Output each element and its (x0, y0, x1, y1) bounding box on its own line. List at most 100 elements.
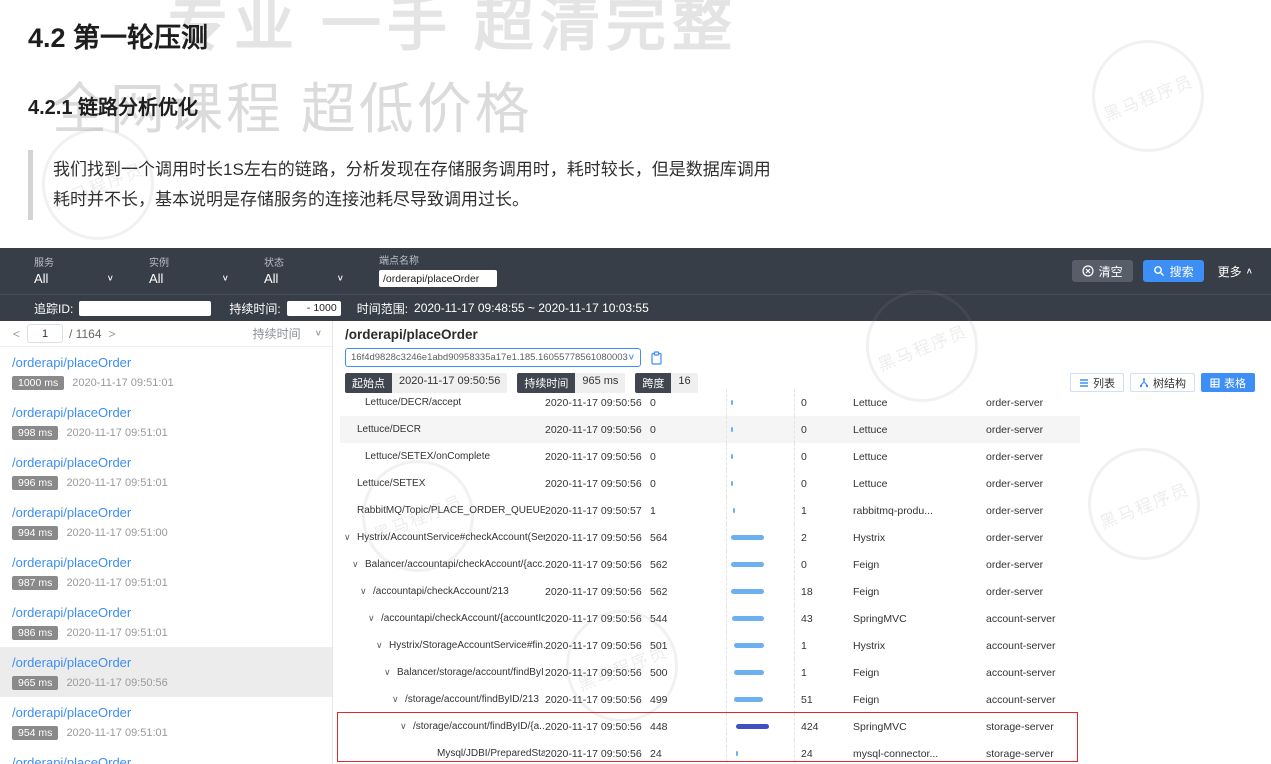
prev-page-button[interactable]: < (10, 327, 23, 341)
span-row[interactable]: ∨ /accountapi/checkAccount/{accountId} 2… (340, 605, 1080, 632)
instance-value: All (149, 270, 164, 286)
endpoint-name-input[interactable] (379, 270, 497, 288)
span-duration: 500 (650, 666, 668, 679)
span-duration-bar (734, 670, 764, 675)
trace-time: 2020-11-17 09:51:01 (66, 627, 168, 639)
expand-arrow-icon[interactable]: ∨ (376, 640, 389, 651)
span-row[interactable]: ∨ Mysql/JDBI/PreparedStatement... 2020-1… (340, 740, 1080, 764)
span-row[interactable]: ∨ /storage/account/findByID/{a... 2020-1… (340, 713, 1080, 740)
trace-link[interactable]: /orderapi/placeOrder (12, 605, 320, 620)
span-name-cell: ∨ /storage/account/findByID/{a... (340, 721, 545, 732)
span-component: Lettuce (853, 423, 888, 436)
expand-arrow-icon[interactable]: ∨ (360, 586, 373, 597)
pagination: < / 1164 > 持续时间 ∨ (0, 321, 332, 347)
clear-button[interactable]: 清空 (1071, 260, 1133, 282)
search-icon (1153, 266, 1164, 277)
span-row[interactable]: ∨ Lettuce/DECR 2020-11-17 09:50:56 0 0 L… (340, 416, 1080, 443)
tracing-ui-screenshot: 服务 All ∨ 实例 All ∨ 状态 All ∨ 端点名称 /orderap… (0, 248, 1271, 764)
span-row[interactable]: ∨ RabbitMQ/Topic/PLACE_ORDER_QUEUE_EXC..… (340, 497, 1080, 524)
span-row[interactable]: ∨ Balancer/accountapi/checkAccount/{acc.… (340, 551, 1080, 578)
span-name: Lettuce/DECR/accept (365, 397, 462, 408)
trace-list-item[interactable]: /orderapi/placeOrder 998 ms 2020-11-17 0… (0, 397, 332, 447)
span-bar-cell (726, 524, 795, 551)
expand-arrow-icon[interactable]: ∨ (344, 532, 357, 543)
span-self-duration: 424 (801, 720, 819, 733)
service-select[interactable]: All ∨ (34, 271, 114, 286)
trace-duration-badge: 965 ms (12, 676, 59, 690)
expand-arrow-icon[interactable]: ∨ (352, 559, 365, 570)
trace-link[interactable]: /orderapi/placeOrder (12, 505, 320, 520)
trace-id-input[interactable] (79, 300, 212, 316)
span-row[interactable]: ∨ Lettuce/DECR/accept 2020-11-17 09:50:5… (340, 389, 1080, 416)
expand-arrow-icon[interactable]: ∨ (392, 694, 405, 705)
span-row[interactable]: ∨ Balancer/storage/account/findByI... 20… (340, 659, 1080, 686)
span-self-duration: 24 (801, 747, 813, 760)
expand-arrow-icon[interactable]: ∨ (400, 721, 413, 732)
trace-segment-select[interactable]: 16f4d9828c3246e1abd90958335a17e1.185.160… (345, 348, 641, 367)
span-service: order-server (986, 450, 1044, 463)
more-button[interactable]: 更多 ∧ (1214, 260, 1257, 282)
span-self-duration: 0 (801, 396, 807, 409)
view-table-button[interactable]: 表格 (1201, 373, 1255, 392)
span-row[interactable]: ∨ /storage/account/findByID/213 2020-11-… (340, 686, 1080, 713)
trace-list-item[interactable]: /orderapi/placeOrder 954 ms 2020-11-17 0… (0, 697, 332, 747)
span-name: Balancer/accountapi/checkAccount/{acc... (365, 559, 545, 570)
watermark-stamp: 黑马程序员 (1075, 23, 1221, 169)
search-label: 搜索 (1169, 264, 1194, 279)
trace-list-item[interactable]: /orderapi/placeOrder 994 ms 2020-11-17 0… (0, 497, 332, 547)
copy-trace-id-button[interactable] (650, 350, 663, 365)
expand-arrow-icon[interactable]: ∨ (368, 613, 381, 624)
span-service: account-server (986, 666, 1056, 679)
trace-link[interactable]: /orderapi/placeOrder (12, 455, 320, 470)
trace-link[interactable]: /orderapi/placeOrder (12, 655, 320, 670)
span-duration: 1 (650, 504, 656, 517)
span-bar-cell (726, 578, 795, 605)
trace-link[interactable]: /orderapi/placeOrder (12, 405, 320, 420)
trace-meta: 986 ms 2020-11-17 09:51:01 (12, 626, 320, 640)
trace-link[interactable]: /orderapi/placeOrder (12, 705, 320, 720)
state-select[interactable]: All ∨ (264, 271, 344, 286)
trace-list-item[interactable]: /orderapi/placeOrder 1000 ms 2020-11-17 … (0, 347, 332, 397)
span-duration: 0 (650, 423, 656, 436)
span-service: order-server (986, 396, 1044, 409)
trace-link[interactable]: /orderapi/placeOrder (12, 355, 320, 370)
view-tree-button[interactable]: 树结构 (1130, 373, 1195, 392)
span-self-duration: 1 (801, 666, 807, 679)
span-service: order-server (986, 504, 1044, 517)
span-name-cell: ∨ Balancer/storage/account/findByI... (340, 667, 545, 678)
span-name: /accountapi/checkAccount/{accountId} (381, 613, 545, 624)
span-bar-cell (726, 632, 795, 659)
span-row[interactable]: ∨ Lettuce/SETEX 2020-11-17 09:50:56 0 0 … (340, 470, 1080, 497)
span-row[interactable]: ∨ Lettuce/SETEX/onComplete 2020-11-17 09… (340, 443, 1080, 470)
span-self-duration: 1 (801, 504, 807, 517)
trace-link[interactable]: /orderapi/placeOrder (12, 755, 320, 764)
page-number-input[interactable] (27, 324, 64, 343)
trace-link[interactable]: /orderapi/placeOrder (12, 555, 320, 570)
chevron-down-icon: ∨ (106, 273, 114, 283)
duration-range-input[interactable] (286, 300, 341, 316)
trace-list-item[interactable]: /orderapi/placeOrder 986 ms 2020-11-17 0… (0, 597, 332, 647)
span-name: RabbitMQ/Topic/PLACE_ORDER_QUEUE_EXC... (357, 505, 545, 516)
expand-arrow-icon[interactable]: ∨ (384, 667, 397, 678)
trace-list-item[interactable]: /orderapi/placeOrder 987 ms 2020-11-17 0… (0, 547, 332, 597)
span-name-cell: ∨ Lettuce/SETEX (340, 478, 545, 489)
span-row[interactable]: ∨ /accountapi/checkAccount/213 2020-11-1… (340, 578, 1080, 605)
trace-time: 2020-11-17 09:50:56 (66, 677, 168, 689)
trace-list-item[interactable]: /orderapi/placeOrder 996 ms 2020-11-17 0… (0, 447, 332, 497)
trace-list-item[interactable]: /orderapi/placeOrder (0, 747, 332, 764)
instance-select[interactable]: All ∨ (149, 271, 229, 286)
span-duration: 0 (650, 450, 656, 463)
sort-select[interactable]: 持续时间 ∨ (253, 325, 322, 342)
span-duration-bar (731, 481, 733, 486)
doc-heading-2: 4.2.1 链路分析优化 (28, 97, 199, 119)
chevron-down-icon: ∨ (221, 273, 229, 283)
span-duration: 544 (650, 612, 668, 625)
chevron-down-icon: ∨ (314, 328, 322, 339)
search-button[interactable]: 搜索 (1142, 260, 1204, 282)
trace-list-item[interactable]: /orderapi/placeOrder 965 ms 2020-11-17 0… (0, 647, 332, 697)
span-component: Feign (853, 666, 880, 679)
next-page-button[interactable]: > (106, 327, 119, 341)
trace-meta: 965 ms 2020-11-17 09:50:56 (12, 676, 320, 690)
span-row[interactable]: ∨ Hystrix/AccountService#checkAccount(Se… (340, 524, 1080, 551)
span-row[interactable]: ∨ Hystrix/StorageAccountService#fin... 2… (340, 632, 1080, 659)
